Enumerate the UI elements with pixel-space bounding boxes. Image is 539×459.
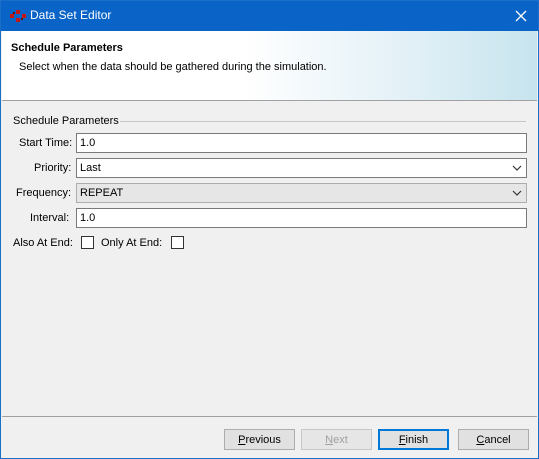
chevron-down-icon [512, 190, 522, 196]
next-button[interactable]: Next [301, 429, 372, 450]
start-time-field[interactable]: 1.0 [76, 133, 527, 153]
page-description: Select when the data should be gathered … [19, 61, 327, 73]
also-at-end-label: Also At End: [13, 237, 73, 249]
finish-label: inish [405, 433, 429, 446]
only-at-end-label: Only At End: [101, 237, 163, 249]
data-set-editor-window: Data Set Editor Schedule Parameters Sele… [0, 0, 539, 459]
cancel-mnemonic: C [476, 433, 485, 446]
close-icon [515, 10, 527, 22]
frequency-dropdown[interactable]: REPEAT [76, 183, 527, 203]
frequency-label: Frequency: [16, 187, 72, 199]
cancel-button[interactable]: Cancel [458, 429, 529, 450]
finish-button[interactable]: Finish [378, 429, 449, 450]
cancel-label: ancel [484, 433, 511, 446]
interval-field[interactable]: 1.0 [76, 208, 527, 228]
interval-value: 1.0 [80, 212, 96, 224]
app-icon [10, 10, 26, 22]
start-time-label: Start Time: [19, 137, 73, 149]
page-title: Schedule Parameters [11, 42, 123, 54]
previous-mnemonic: P [238, 433, 246, 446]
wizard-header: Schedule Parameters Select when the data… [2, 31, 537, 101]
chevron-down-icon [512, 165, 522, 171]
group-separator [120, 121, 526, 122]
window-title: Data Set Editor [30, 8, 112, 22]
priority-value: Last [80, 162, 101, 174]
close-button[interactable] [504, 1, 538, 31]
also-at-end-checkbox[interactable] [81, 236, 94, 249]
interval-label: Interval: [30, 212, 70, 224]
footer-separator [2, 416, 537, 417]
next-label: ext [333, 433, 348, 446]
title-bar[interactable]: Data Set Editor [1, 1, 538, 31]
priority-label: Priority: [34, 162, 72, 174]
group-label: Schedule Parameters [13, 115, 119, 127]
previous-label: revious [245, 433, 281, 446]
previous-button[interactable]: Previous [224, 429, 295, 450]
only-at-end-checkbox[interactable] [171, 236, 184, 249]
next-mnemonic: N [325, 433, 334, 446]
priority-dropdown[interactable]: Last [76, 158, 527, 178]
start-time-value: 1.0 [80, 137, 96, 149]
frequency-value: REPEAT [80, 187, 124, 199]
finish-mnemonic: F [398, 433, 406, 446]
